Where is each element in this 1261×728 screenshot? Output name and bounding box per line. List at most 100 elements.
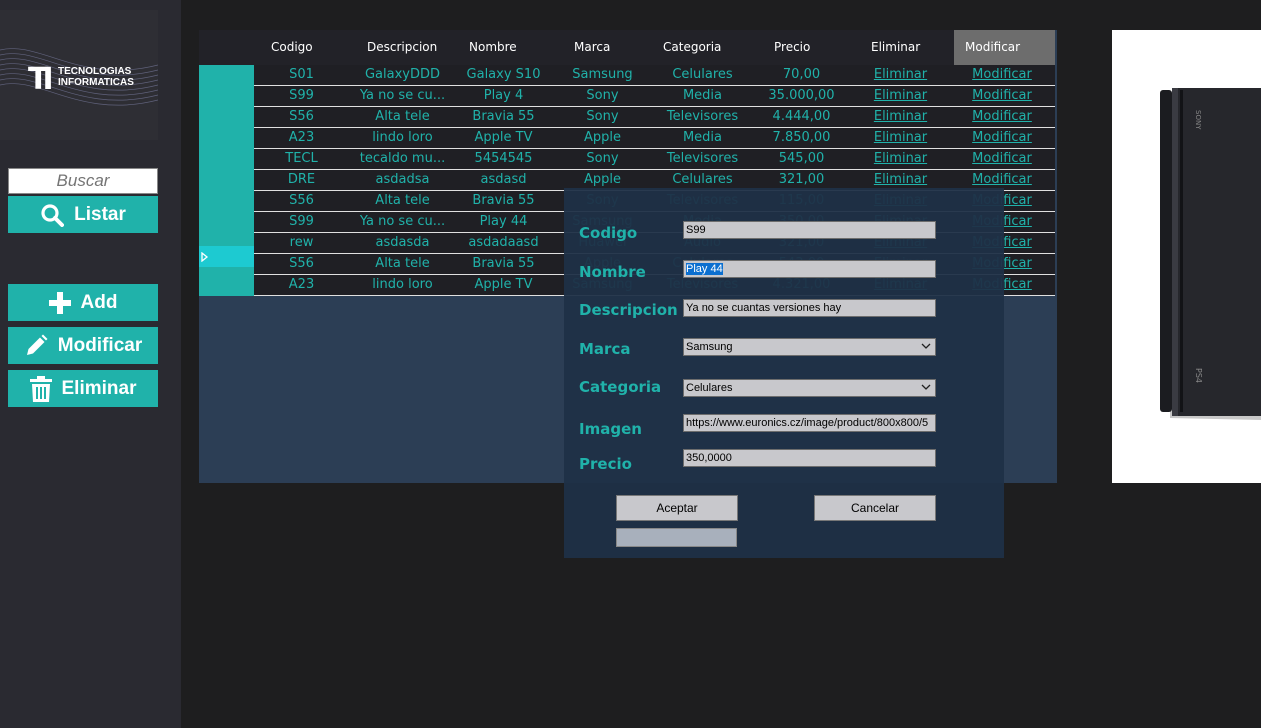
logo-line1: TECNOLOGIAS xyxy=(58,66,132,77)
cell-precio: 70,00 xyxy=(782,67,821,82)
row-eliminar-link[interactable]: Eliminar xyxy=(852,86,949,106)
categoria-value: Celulares xyxy=(686,382,733,394)
cell-codigo: rew xyxy=(289,235,314,250)
row-modificar-link[interactable]: Modificar xyxy=(949,149,1055,169)
label-codigo: Codigo xyxy=(579,224,638,242)
row-eliminar-link[interactable]: Eliminar xyxy=(852,170,949,190)
cell-codigo: S56 xyxy=(289,193,314,208)
label-marca: Marca xyxy=(579,340,631,358)
cell-marca: Apple xyxy=(583,172,621,187)
nombre-field[interactable]: Play 44 xyxy=(683,260,936,278)
row-modificar-link[interactable]: Modificar xyxy=(949,86,1055,106)
cell-descripcion: lindo loro xyxy=(372,277,433,292)
row-pointer-icon xyxy=(201,252,209,262)
cell-precio: 545,00 xyxy=(778,151,825,166)
header-categoria[interactable]: Categoria xyxy=(663,30,721,65)
header-marca[interactable]: Marca xyxy=(574,30,610,65)
cell-nombre: Play 4 xyxy=(483,88,524,103)
marca-select[interactable]: Samsung xyxy=(683,338,936,356)
row-eliminar-link[interactable]: Eliminar xyxy=(852,65,949,85)
eliminar-label: Eliminar xyxy=(61,377,137,399)
cell-codigo: S01 xyxy=(289,67,314,82)
codigo-field[interactable]: S99 xyxy=(683,221,936,239)
cell-codigo: S56 xyxy=(289,109,314,124)
row-eliminar-link[interactable]: Eliminar xyxy=(852,149,949,169)
modificar-button[interactable]: Modificar xyxy=(8,327,158,364)
cell-descripcion: Alta tele xyxy=(375,193,430,208)
listar-button[interactable]: Listar xyxy=(8,196,158,233)
descripcion-field[interactable]: Ya no se cuantas versiones hay xyxy=(683,299,936,317)
cell-codigo: DRE xyxy=(287,172,316,187)
imagen-field[interactable]: https://www.euronics.cz/image/product/80… xyxy=(683,414,936,432)
header-modificar[interactable]: Modificar xyxy=(954,30,1055,65)
grid-header: Codigo Descripcion Nombre Marca Categori… xyxy=(199,30,1055,65)
label-nombre: Nombre xyxy=(579,263,646,281)
sidebar: TI TECNOLOGIAS INFORMATICAS Listar Add M… xyxy=(0,0,181,728)
add-label: Add xyxy=(80,291,118,313)
cancelar-button[interactable]: Cancelar xyxy=(814,495,936,521)
row-modificar-link[interactable]: Modificar xyxy=(949,107,1055,127)
row-modificar-link[interactable]: Modificar xyxy=(949,170,1055,190)
label-imagen: Imagen xyxy=(579,420,642,438)
cell-categoria: Celulares xyxy=(672,172,733,187)
row-headers xyxy=(199,65,254,296)
cell-descripcion: Alta tele xyxy=(375,256,430,271)
logo-line2: INFORMATICAS xyxy=(58,77,134,88)
cell-descripcion: GalaxyDDD xyxy=(364,67,441,82)
cell-nombre: Bravia 55 xyxy=(472,193,535,208)
cell-precio: 321,00 xyxy=(778,172,825,187)
cell-codigo: S56 xyxy=(289,256,314,271)
plus-icon xyxy=(48,291,71,314)
table-row[interactable]: A23 lindo loro Apple TV Apple Media 7.850,00 E… xyxy=(254,128,1055,149)
precio-field[interactable]: 350,0000 xyxy=(683,449,936,467)
label-categoria: Categoria xyxy=(579,378,662,396)
add-button[interactable]: Add xyxy=(8,284,158,321)
row-eliminar-link[interactable]: Eliminar xyxy=(852,128,949,148)
cell-descripcion: asdadsa xyxy=(375,172,430,187)
cell-nombre: 5454545 xyxy=(474,151,533,166)
categoria-select[interactable]: Celulares xyxy=(683,379,936,397)
header-codigo[interactable]: Codigo xyxy=(271,30,313,65)
row-modificar-link[interactable]: Modificar xyxy=(949,128,1055,148)
row-modificar-link[interactable]: Modificar xyxy=(949,65,1055,85)
cell-codigo: S99 xyxy=(289,214,314,229)
search-input[interactable] xyxy=(8,168,158,194)
row-eliminar-link[interactable]: Eliminar xyxy=(852,107,949,127)
listar-label: Listar xyxy=(74,203,126,225)
cell-precio: 4.444,00 xyxy=(772,109,831,124)
cell-codigo: A23 xyxy=(288,130,315,145)
header-nombre[interactable]: Nombre xyxy=(469,30,517,65)
table-row[interactable]: S56 Alta tele Bravia 55 Sony Televisores 4.44… xyxy=(254,107,1055,128)
cell-categoria: Televisores xyxy=(666,109,739,124)
table-row[interactable]: S99 Ya no se cu... Play 4 Sony Media 35.000,0… xyxy=(254,86,1055,107)
edit-dialog: Codigo S99 Nombre Play 44 Descripcion Ya… xyxy=(564,188,1004,558)
header-precio[interactable]: Precio xyxy=(774,30,810,65)
table-row[interactable]: TECL tecaldo mu... 5454545 Sony Televisores 5… xyxy=(254,149,1055,170)
logo: TI TECNOLOGIAS INFORMATICAS xyxy=(0,10,158,140)
svg-text:SONY: SONY xyxy=(1194,110,1202,130)
logo-mark: TI xyxy=(28,62,54,97)
label-descripcion: Descripcion xyxy=(579,301,678,319)
product-image: SONY PS4 xyxy=(1112,30,1261,483)
table-row[interactable]: S01 GalaxyDDD Galaxy S10 Samsung Celulares 70… xyxy=(254,65,1055,86)
aceptar-button[interactable]: Aceptar xyxy=(616,495,738,521)
pencil-icon xyxy=(26,334,48,355)
cell-descripcion: lindo loro xyxy=(372,130,433,145)
marca-value: Samsung xyxy=(686,341,733,353)
label-precio: Precio xyxy=(579,455,632,473)
cell-codigo: A23 xyxy=(288,277,315,292)
cell-descripcion: Alta tele xyxy=(375,109,430,124)
cell-categoria: Celulares xyxy=(672,67,733,82)
cell-nombre: Apple TV xyxy=(474,130,533,145)
header-eliminar[interactable]: Eliminar xyxy=(871,30,920,65)
header-descripcion[interactable]: Descripcion xyxy=(367,30,437,65)
eliminar-button[interactable]: Eliminar xyxy=(8,370,158,407)
cell-codigo: TECL xyxy=(285,151,318,166)
modificar-label: Modificar xyxy=(57,334,143,356)
chevron-down-icon xyxy=(921,343,931,349)
trash-icon xyxy=(29,375,52,402)
cell-categoria: Televisores xyxy=(666,151,739,166)
dialog-extra-field[interactable] xyxy=(616,528,737,547)
cell-descripcion: tecaldo mu... xyxy=(359,151,446,166)
cell-descripcion: asdasda xyxy=(375,235,430,250)
